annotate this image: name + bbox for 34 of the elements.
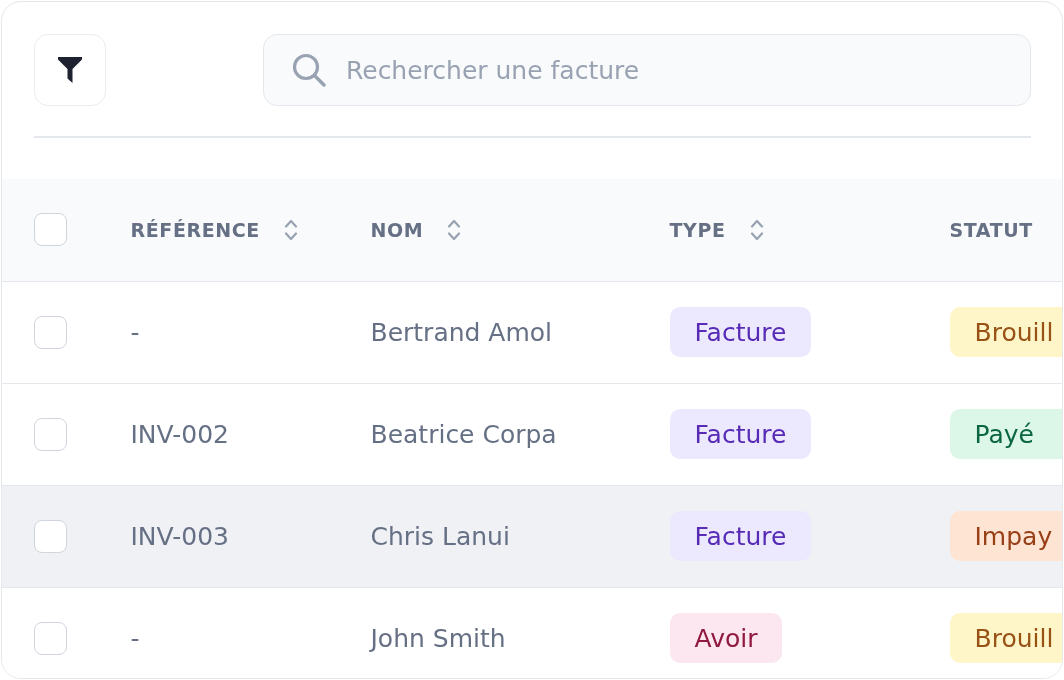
type-tag: Facture bbox=[669, 307, 812, 357]
table-cell: INV-002 bbox=[130, 419, 229, 449]
filter-button[interactable] bbox=[33, 34, 106, 106]
search-field[interactable]: Rechercher une facture bbox=[263, 34, 1031, 106]
search-icon bbox=[292, 53, 326, 87]
checkbox[interactable] bbox=[33, 417, 67, 451]
table-cell: INV-003 bbox=[130, 521, 229, 551]
column-header: NOM bbox=[370, 218, 424, 241]
table-cell: Chris Lanui bbox=[370, 521, 510, 551]
sort-icon[interactable] bbox=[749, 217, 764, 242]
checkbox[interactable] bbox=[33, 519, 67, 553]
table-cell: Bertrand Amol bbox=[370, 317, 553, 347]
filter-icon bbox=[57, 57, 82, 83]
checkbox[interactable] bbox=[33, 315, 67, 349]
status-tag: Impay bbox=[949, 511, 1062, 561]
status-tag: Brouill bbox=[949, 307, 1062, 357]
column-header: TYPE bbox=[669, 218, 726, 241]
column-header: RÉFÉRENCE bbox=[130, 218, 260, 241]
type-tag: Avoir bbox=[669, 613, 783, 663]
type-tag: Facture bbox=[669, 409, 812, 459]
status-tag: Brouill bbox=[949, 613, 1062, 663]
table-cell: - bbox=[130, 317, 140, 347]
sort-icon[interactable] bbox=[447, 217, 462, 242]
status-tag: Payé bbox=[949, 409, 1062, 459]
table-cell: Beatrice Corpa bbox=[370, 419, 557, 449]
type-tag: Facture bbox=[669, 511, 812, 561]
table-row[interactable]: - John Smith Avoir Brouill bbox=[2, 586, 1062, 678]
checkbox[interactable] bbox=[33, 213, 67, 246]
checkbox[interactable] bbox=[33, 621, 67, 655]
sort-icon[interactable] bbox=[283, 217, 298, 242]
table-cell: - bbox=[130, 623, 140, 653]
table-row[interactable]: INV-003 Chris Lanui Facture Impay bbox=[2, 484, 1062, 587]
column-header: STATUT bbox=[949, 218, 1033, 241]
table-cell: John Smith bbox=[370, 623, 506, 653]
